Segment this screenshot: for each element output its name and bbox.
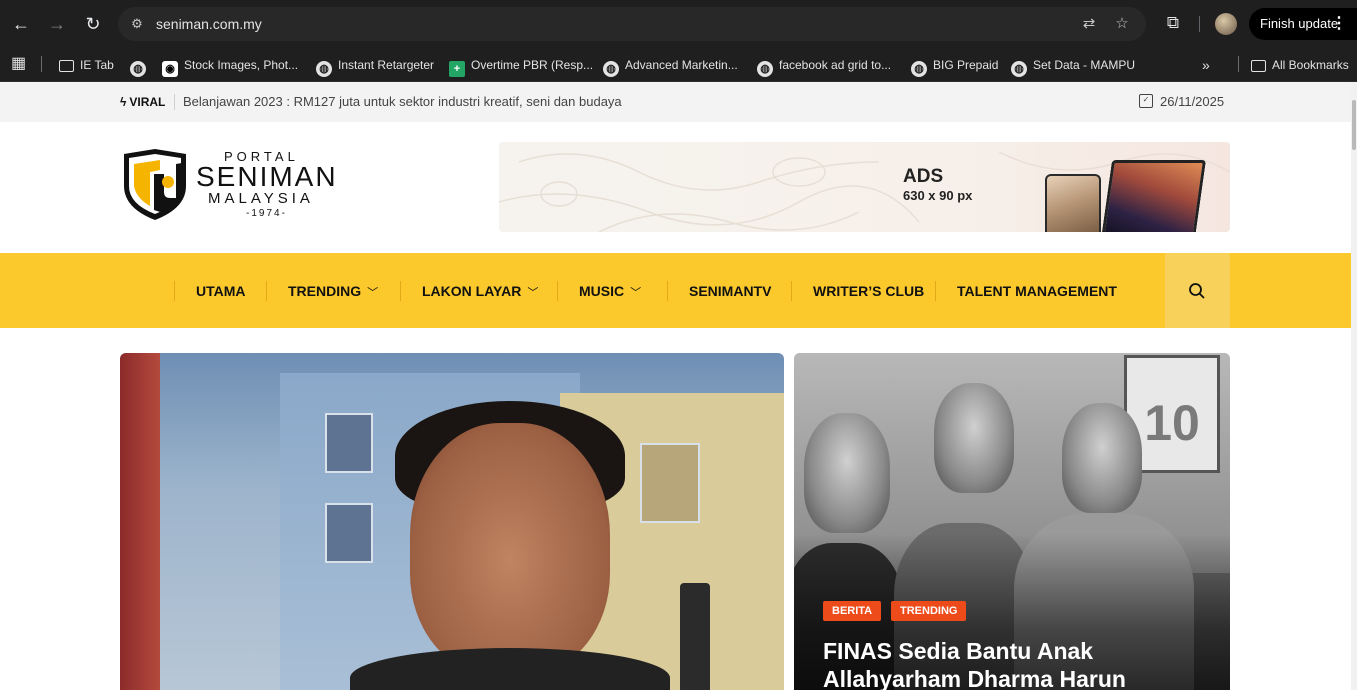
reload-icon[interactable]: ↻ — [81, 12, 105, 36]
bookmark-item[interactable]: ◍ Advanced Marketin... — [603, 53, 738, 77]
nav-item-talent-management[interactable]: TALENT MANAGEMENT — [957, 282, 1117, 300]
folder-icon — [1251, 60, 1266, 72]
profile-avatar[interactable] — [1215, 13, 1237, 35]
web-page: ϟ VIRAL Belanjawan 2023 : RM127 juta untu… — [0, 82, 1351, 690]
news-ticker[interactable]: Belanjawan 2023 : RM127 juta untuk sekto… — [183, 94, 622, 110]
back-icon[interactable]: ← — [9, 12, 33, 36]
finish-update-button[interactable]: Finish update ⋮ — [1249, 8, 1357, 40]
globe-icon: ◍ — [1011, 61, 1027, 77]
nav-divider — [400, 281, 401, 301]
bookmarks-divider — [41, 56, 42, 72]
nav-divider — [667, 281, 668, 301]
bookmarks-overflow-icon[interactable]: » — [1202, 53, 1210, 77]
bookmark-item[interactable]: ◍ BIG Prepaid — [911, 53, 998, 77]
globe-icon: ◍ — [130, 61, 146, 77]
search-button[interactable] — [1165, 253, 1230, 328]
viral-label: ϟ VIRAL — [120, 95, 166, 109]
toolbar-divider — [1199, 16, 1200, 32]
logo-text-year: -1974- — [246, 208, 287, 219]
logo-text-malaysia: MALAYSIA — [208, 190, 314, 207]
bookmarks-divider — [1238, 56, 1239, 72]
extensions-icon[interactable]: ⧉ — [1162, 12, 1184, 34]
address-url[interactable]: seniman.com.my — [156, 15, 262, 33]
person-head — [934, 383, 1014, 493]
article-title[interactable]: FINAS Sedia Bantu Anak Allahyarham Dharm… — [823, 637, 1223, 690]
street-lamp — [680, 583, 710, 690]
nav-divider — [791, 281, 792, 301]
finish-update-label: Finish update — [1260, 16, 1339, 31]
chevron-down-icon: ﹀ — [630, 287, 642, 299]
featured-article-side[interactable]: 10 BERITA TRENDING FINAS Sedia Bantu Ana… — [794, 353, 1230, 690]
nav-item-utama[interactable]: UTAMA — [196, 282, 246, 300]
bookmark-item[interactable]: ◍ Instant Retargeter — [316, 53, 434, 77]
person-head — [1062, 403, 1142, 513]
category-badge-trending[interactable]: TRENDING — [891, 601, 967, 621]
featured-article-main[interactable] — [120, 353, 784, 690]
bookmark-item[interactable]: + Overtime PBR (Resp... — [449, 53, 593, 77]
bookmark-star-icon[interactable]: ☆ — [1113, 15, 1131, 33]
nav-item-senimantv[interactable]: SENIMANTV — [689, 282, 771, 300]
main-nav: UTAMA TRENDING ﹀ LAKON LAYAR ﹀ MUSIC ﹀ SENI… — [0, 253, 1351, 328]
calendar-icon: ✓ — [1139, 94, 1153, 108]
chevron-down-icon: ﹀ — [527, 287, 539, 299]
scrollbar-thumb[interactable] — [1352, 100, 1356, 150]
ad-size: 630 x 90 px — [903, 188, 973, 203]
nav-divider — [557, 281, 558, 301]
nav-divider — [935, 281, 936, 301]
search-icon — [1189, 283, 1205, 299]
nav-divider — [174, 281, 175, 301]
top-bar: ϟ VIRAL Belanjawan 2023 : RM127 juta untu… — [0, 82, 1351, 122]
bookmark-item[interactable]: ◍ Set Data - MAMPU — [1011, 53, 1135, 77]
building-window — [325, 413, 373, 473]
folder-icon — [59, 60, 74, 72]
forward-icon[interactable]: → — [45, 12, 69, 36]
bolt-icon: ϟ — [120, 95, 127, 109]
nav-item-lakon-layar[interactable]: LAKON LAYAR ﹀ — [422, 282, 538, 302]
page-scrollbar[interactable] — [1351, 82, 1357, 690]
bookmark-item[interactable]: ◉ Stock Images, Phot... — [162, 53, 298, 77]
ad-laptop-image — [1101, 160, 1207, 232]
globe-icon: ◍ — [757, 61, 773, 77]
shield-logo-icon — [124, 149, 186, 220]
building-window — [640, 443, 700, 523]
globe-icon: ◍ — [603, 61, 619, 77]
translate-icon[interactable]: ⇄ — [1080, 15, 1098, 33]
bookmark-item[interactable]: ◍ — [130, 53, 152, 77]
current-date: 26/11/2025 — [1160, 94, 1225, 109]
category-badge-berita[interactable]: BERITA — [823, 601, 882, 621]
menu-dots-icon[interactable]: ⋮ — [1331, 8, 1347, 40]
site-logo[interactable]: PORTAL SENIMAN MALAYSIA -1974- — [120, 148, 350, 222]
bookmark-item[interactable]: ◍ facebook ad grid to... — [757, 53, 891, 77]
apps-grid-icon[interactable]: ▦ — [11, 54, 31, 74]
red-storefront — [120, 353, 160, 690]
stock-icon: ◉ — [162, 61, 178, 77]
nav-item-trending[interactable]: TRENDING ﹀ — [288, 282, 378, 302]
all-bookmarks[interactable]: All Bookmarks — [1251, 53, 1349, 77]
address-bar[interactable]: ⚙ seniman.com.my ⇄ ☆ — [118, 7, 1146, 41]
chevron-down-icon: ﹀ — [367, 287, 379, 299]
nav-divider — [266, 281, 267, 301]
bookmark-item[interactable]: IE Tab — [59, 53, 114, 77]
bookmarks-bar: ▦ IE Tab ◍ ◉ Stock Images, Phot... ◍ Insta… — [0, 48, 1357, 82]
globe-icon: ◍ — [316, 61, 332, 77]
logo-text-seniman: SENIMAN — [196, 161, 338, 192]
sheets-icon: + — [449, 61, 465, 77]
globe-icon: ◍ — [911, 61, 927, 77]
ad-phone-image — [1045, 174, 1101, 232]
person-head — [804, 413, 890, 533]
browser-toolbar: ← → ↻ ⚙ seniman.com.my ⇄ ☆ ⧉ Finish upda… — [0, 0, 1357, 48]
nav-item-music[interactable]: MUSIC ﹀ — [579, 282, 641, 302]
person-face — [410, 423, 610, 673]
building-window — [325, 503, 373, 563]
ad-title: ADS — [903, 166, 944, 187]
nav-item-writers-club[interactable]: WRITER’S CLUB — [813, 282, 924, 300]
topbar-divider — [174, 94, 175, 110]
site-info-icon[interactable]: ⚙ — [128, 15, 146, 33]
ad-banner[interactable]: ADS 630 x 90 px — [499, 142, 1230, 232]
